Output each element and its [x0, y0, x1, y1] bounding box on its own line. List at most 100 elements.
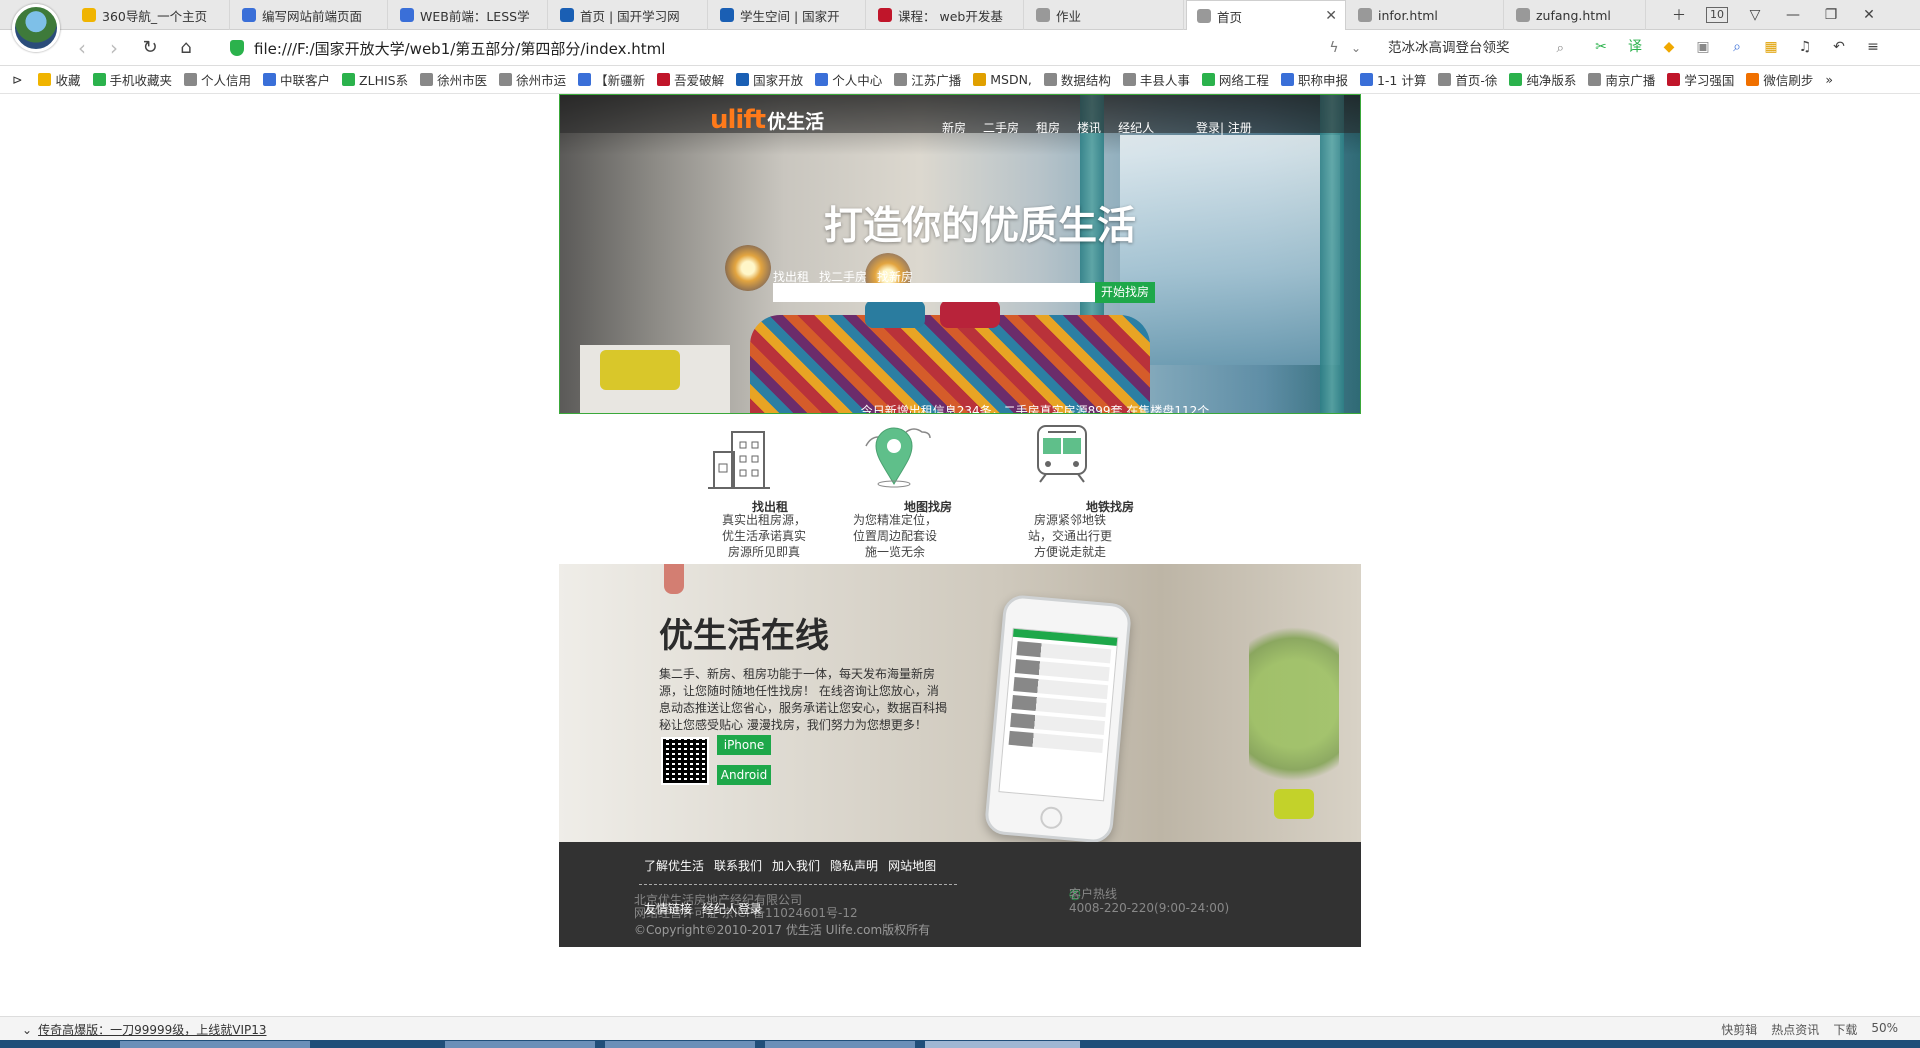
- bookmark-item[interactable]: 网络工程: [1201, 70, 1269, 89]
- status-item[interactable]: 50%: [1871, 1021, 1898, 1038]
- undo-icon[interactable]: ↶: [1828, 36, 1850, 58]
- image-icon[interactable]: ▣: [1692, 36, 1714, 58]
- bookmark-item[interactable]: 江苏广播: [894, 70, 961, 89]
- status-item[interactable]: 热点资讯: [1771, 1021, 1819, 1038]
- start-search-button[interactable]: 开始找房: [1095, 282, 1155, 303]
- headphones-icon[interactable]: ♫: [1794, 36, 1816, 58]
- close-tab-icon[interactable]: ✕: [1325, 8, 1337, 24]
- browser-tab[interactable]: WEB前端：LESS学: [390, 0, 548, 30]
- register-link[interactable]: 注册: [1228, 121, 1252, 135]
- taskbar-item[interactable]: [120, 1041, 310, 1048]
- menu-icon[interactable]: ≡: [1862, 36, 1884, 58]
- tab-count-badge[interactable]: 10: [1706, 7, 1728, 23]
- search-icon[interactable]: ⌕: [1726, 36, 1748, 58]
- status-item[interactable]: 快剪辑: [1721, 1021, 1757, 1038]
- nav-link[interactable]: 经纪人: [1118, 119, 1154, 136]
- bookmark-item[interactable]: 首页-徐: [1438, 70, 1497, 89]
- bookmark-item[interactable]: 职称申报: [1280, 70, 1348, 89]
- site-logo[interactable]: ulift 优生活: [710, 103, 824, 139]
- footer-link[interactable]: 经纪人登录: [702, 900, 762, 917]
- bookmark-item[interactable]: 数据结构: [1043, 70, 1111, 89]
- bookmark-item[interactable]: 微信刷步: [1746, 70, 1813, 89]
- bookmark-label: 手机收藏夹: [109, 73, 173, 88]
- browser-tab[interactable]: 360导航_一个主页: [72, 0, 230, 30]
- more-bookmarks-icon[interactable]: »: [1825, 72, 1833, 87]
- bookmark-item[interactable]: 吾爱破解: [657, 70, 724, 89]
- bookmark-item[interactable]: 徐州市医: [420, 70, 487, 89]
- bookmark-item[interactable]: 个人信用: [184, 70, 251, 89]
- reload-button[interactable]: ↻: [138, 36, 162, 60]
- flash-icon[interactable]: ϟ: [1322, 36, 1346, 60]
- bookmark-item[interactable]: 1-1 计算: [1359, 70, 1426, 89]
- phone-image: [983, 593, 1133, 842]
- apps-grid-icon[interactable]: ▦: [1760, 36, 1782, 58]
- url-input[interactable]: file:///F:/国家开放大学/web1/第五部分/第四部分/index.h…: [230, 34, 1350, 62]
- bookmark-item[interactable]: ZLHIS系: [342, 70, 408, 89]
- bookmark-item[interactable]: 学习强国: [1667, 70, 1734, 89]
- login-link[interactable]: 登录|: [1196, 121, 1224, 135]
- tab-label: zufang.html: [1536, 7, 1611, 23]
- footer-link[interactable]: 加入我们: [772, 857, 820, 874]
- bookmark-item[interactable]: 收藏: [38, 70, 81, 89]
- footer-link[interactable]: 网站地图: [888, 857, 936, 874]
- search-icon[interactable]: ⌕: [1556, 36, 1564, 60]
- translate-icon[interactable]: 译: [1624, 36, 1646, 58]
- security-shield-icon: [230, 40, 244, 56]
- footer-link[interactable]: 隐私声明: [830, 857, 878, 874]
- chevron-down-icon[interactable]: ⌄: [22, 1023, 32, 1037]
- bookmark-item[interactable]: 中联客户: [263, 70, 330, 89]
- new-tab-button[interactable]: ＋: [1660, 5, 1698, 25]
- toolbar-icons: ✂ 译 ◆ ▣ ⌕ ▦ ♫ ↶ ≡: [1590, 36, 1884, 58]
- browser-tab[interactable]: 作业: [1026, 0, 1184, 30]
- lamp-image: [725, 245, 771, 291]
- footer-link[interactable]: 联系我们: [714, 857, 762, 874]
- home-button[interactable]: ⌂: [174, 36, 198, 60]
- sidebar-toggle-icon[interactable]: ⊳: [12, 72, 22, 87]
- bookmark-item[interactable]: MSDN,: [973, 70, 1032, 89]
- shield-icon[interactable]: ◆: [1658, 36, 1680, 58]
- bookmark-item[interactable]: 国家开放: [736, 70, 803, 89]
- bookmark-item[interactable]: 纯净版系: [1509, 70, 1576, 89]
- taskbar-item[interactable]: [925, 1041, 1080, 1048]
- browser-logo-icon[interactable]: [12, 4, 60, 52]
- nav-link[interactable]: 租房: [1036, 119, 1060, 136]
- android-download-button[interactable]: Android: [717, 765, 771, 785]
- scissors-icon[interactable]: ✂: [1590, 36, 1612, 58]
- shirt-icon[interactable]: ▽: [1736, 7, 1774, 23]
- bookmark-item[interactable]: 徐州市运: [499, 70, 566, 89]
- copyright: ©Copyright©2010-2017 优生活 Ulife.com版权所有: [634, 923, 931, 937]
- footer-link[interactable]: 了解优生活: [644, 857, 704, 874]
- restore-button[interactable]: ❐: [1812, 7, 1850, 23]
- house-search-input[interactable]: [773, 283, 1095, 302]
- bookmark-item[interactable]: 【新疆新: [578, 70, 645, 89]
- iphone-download-button[interactable]: iPhone: [717, 735, 771, 755]
- nav-link[interactable]: 二手房: [983, 119, 1019, 136]
- status-item[interactable]: 下载: [1833, 1021, 1857, 1038]
- browser-tab[interactable]: 学生空间 | 国家开: [710, 0, 866, 30]
- footer-link[interactable]: 友情链接: [644, 900, 692, 917]
- minimize-button[interactable]: —: [1774, 7, 1812, 23]
- nav-link[interactable]: 新房: [942, 119, 966, 136]
- bookmark-item[interactable]: 丰县人事: [1122, 70, 1190, 89]
- news-link[interactable]: 传奇高爆版：一刀99999级，上线就VIP13: [38, 1021, 266, 1038]
- address-bar: ‹ › ↻ ⌂ file:///F:/国家开放大学/web1/第五部分/第四部分…: [0, 30, 1920, 66]
- close-window-button[interactable]: ✕: [1850, 7, 1888, 23]
- chevron-down-icon[interactable]: ⌄: [1344, 36, 1368, 60]
- browser-tab[interactable]: infor.html: [1348, 0, 1504, 30]
- taskbar-item[interactable]: [765, 1041, 915, 1048]
- bookmark-item[interactable]: 个人中心: [815, 70, 882, 89]
- browser-tab[interactable]: zufang.html: [1506, 0, 1646, 30]
- browser-tab[interactable]: 编写网站前端页面: [232, 0, 388, 30]
- browser-tab[interactable]: 首页 | 国开学习网: [550, 0, 708, 30]
- bookmark-item[interactable]: 手机收藏夹: [92, 70, 173, 89]
- taskbar-item[interactable]: [605, 1041, 755, 1048]
- browser-tab[interactable]: 课程： web开发基: [868, 0, 1024, 30]
- nav-link[interactable]: 楼讯: [1077, 119, 1101, 136]
- browser-tab[interactable]: 首页 ✕: [1186, 0, 1346, 31]
- back-button[interactable]: ‹: [70, 36, 94, 60]
- search-input[interactable]: 范冰冰高调登台领奖 ⌕: [1380, 36, 1570, 60]
- forward-button[interactable]: ›: [102, 36, 126, 60]
- pillow-image: [940, 300, 1000, 328]
- bookmark-item[interactable]: 南京广播: [1588, 70, 1655, 89]
- taskbar-item[interactable]: [445, 1041, 595, 1048]
